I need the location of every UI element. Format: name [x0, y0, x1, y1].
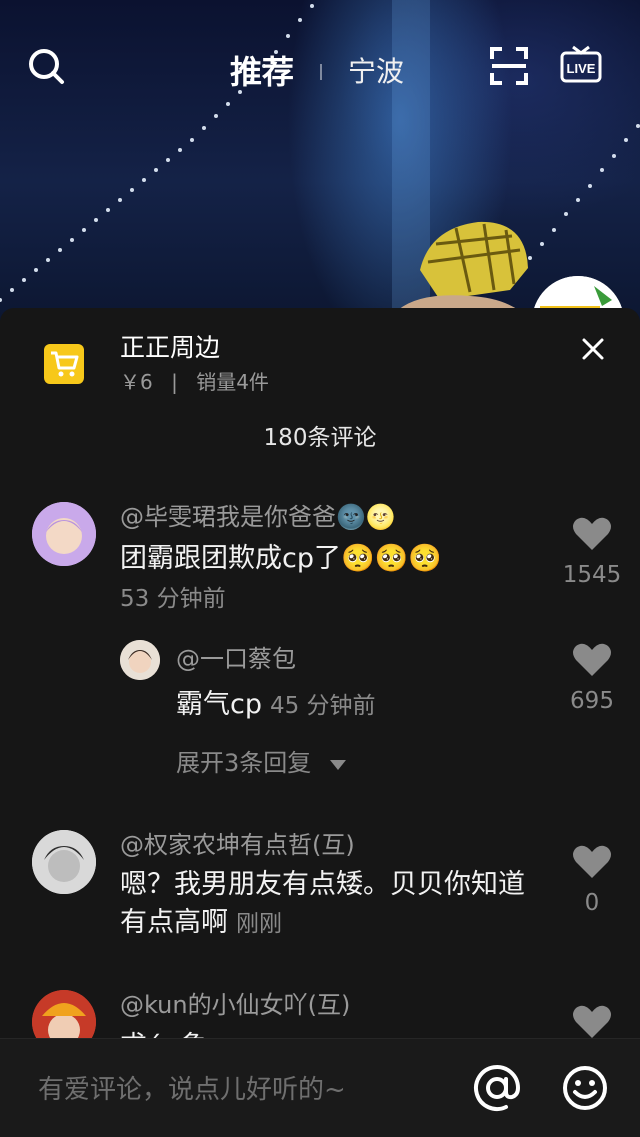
comment-list[interactable]: @毕雯珺我是你爸爸🌚🌝 团霸跟团欺成cp了🥺🥺🥺 53 分钟前 1545 @一口…	[0, 478, 640, 1038]
tab-divider	[320, 64, 322, 80]
reply-username[interactable]: @一口蔡包	[176, 642, 296, 676]
live-icon[interactable]: LIVE	[558, 42, 604, 88]
comment-username[interactable]: @毕雯珺我是你爸爸🌚🌝	[120, 500, 396, 534]
tab-local-city[interactable]: 宁波	[348, 50, 404, 94]
product-meta: ￥6 | 销量4件	[120, 368, 281, 396]
chevron-down-icon	[329, 760, 346, 770]
close-icon[interactable]	[578, 334, 608, 364]
heart-icon	[573, 517, 611, 550]
product-sales: 销量4件	[196, 370, 269, 394]
avatar[interactable]	[32, 990, 96, 1038]
comment-input[interactable]	[36, 1069, 440, 1111]
reply-text-row: 霸气cp 45 分钟前	[176, 686, 376, 725]
product-title[interactable]: 正正周边	[120, 330, 220, 366]
reply-text: 霸气cp	[176, 689, 262, 720]
avatar[interactable]	[120, 640, 160, 680]
avatar[interactable]	[32, 830, 96, 894]
comment-composer	[0, 1038, 640, 1137]
like-button[interactable]: 0	[556, 844, 628, 918]
comment-text: 嗯？我男朋友有点矮。贝贝你知道有点高啊	[120, 869, 525, 938]
search-icon[interactable]	[24, 44, 68, 88]
comment-username[interactable]: @kun的小仙女吖(互)	[120, 988, 350, 1022]
tab-recommend[interactable]: 推荐	[230, 50, 294, 94]
comments-sheet: 正正周边 ￥6 | 销量4件 180条评论 @毕雯珺我是你爸爸🌚🌝 团霸跟团欺成…	[0, 308, 640, 1136]
top-navigation-bar: 推荐 宁波 LIVE	[0, 0, 640, 140]
comment-time: 53 分钟前	[120, 586, 226, 612]
emoji-icon[interactable]	[560, 1063, 610, 1113]
meta-separator: |	[171, 370, 178, 394]
comment-text: 求án象	[120, 1028, 208, 1038]
reply-time: 45 分钟前	[269, 693, 376, 719]
at-icon[interactable]	[472, 1063, 522, 1113]
svg-text:LIVE: LIVE	[567, 61, 596, 76]
like-button[interactable]: 1545	[556, 516, 628, 590]
like-count: 1545	[562, 562, 622, 588]
comment-username[interactable]: @权家农坤有点哲(互)	[120, 828, 355, 862]
heart-icon	[573, 643, 611, 676]
like-count: 0	[584, 890, 600, 916]
avatar[interactable]	[32, 502, 96, 566]
comment-text: 团霸跟团欺成cp了🥺🥺🥺	[120, 543, 442, 574]
comment-time: 刚刚	[236, 911, 282, 937]
scan-icon[interactable]	[486, 44, 532, 88]
comment-count: 180条评论	[263, 425, 377, 451]
shopping-cart-icon[interactable]	[44, 344, 84, 384]
video-background[interactable]: 推荐 宁波 LIVE	[0, 0, 640, 330]
comment-text-row: 嗯？我男朋友有点矮。贝贝你知道有点高啊 刚刚	[120, 866, 530, 943]
product-price: ￥6	[120, 370, 153, 394]
like-button[interactable]: 695	[556, 642, 628, 716]
like-button[interactable]	[556, 1004, 628, 1038]
heart-icon	[573, 845, 611, 878]
heart-icon	[573, 1005, 611, 1038]
expand-replies-button[interactable]: 展开3条回复	[176, 746, 347, 780]
expand-replies-label: 展开3条回复	[176, 749, 312, 777]
like-count: 695	[570, 688, 614, 714]
